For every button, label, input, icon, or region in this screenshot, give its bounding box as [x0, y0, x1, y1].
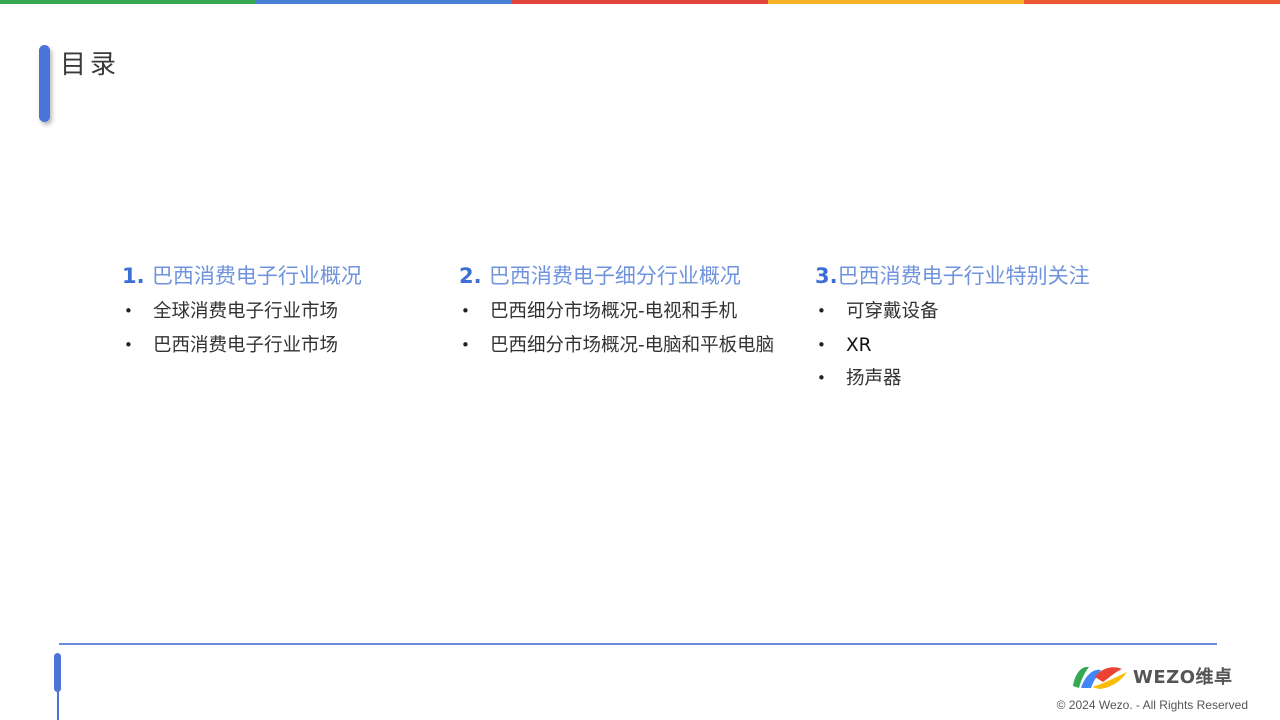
toc-section-1: 1. 巴西消费电子行业概况 • 全球消费电子行业市场 • 巴西消费电子行业市场: [122, 262, 362, 362]
bullet-icon: •: [461, 302, 470, 320]
item-label: XR: [846, 334, 872, 356]
bullet-icon: •: [124, 335, 133, 354]
footer-divider: [59, 643, 1217, 645]
section-number: 3.: [815, 264, 838, 288]
logo-text: WEZO维卓: [1133, 667, 1233, 688]
list-item: • XR: [815, 329, 1090, 363]
top-bar-segment-orange: [1024, 0, 1280, 4]
section-title: 巴西消费电子行业概况: [151, 264, 362, 288]
section-number: 2.: [459, 264, 489, 288]
bullet-icon: •: [124, 302, 133, 320]
top-bar-segment-blue: [256, 0, 512, 4]
copyright-text: © 2024 Wezo. - All Rights Reserved: [1056, 698, 1248, 712]
section-title: 巴西消费电子细分行业概况: [488, 264, 741, 288]
toc-list: • 全球消费电子行业市场 • 巴西消费电子行业市场: [122, 295, 362, 362]
bullet-icon: •: [461, 335, 470, 354]
bullet-icon: •: [817, 369, 826, 387]
section-heading: 2. 巴西消费电子细分行业概况: [459, 262, 774, 290]
brand-logo: WEZO维卓: [1071, 662, 1233, 690]
wezo-swoosh-icon: [1073, 666, 1127, 689]
item-label: 扬声器: [846, 368, 902, 389]
toc-list: • 可穿戴设备 • XR • 扬声器: [815, 295, 1090, 396]
list-item: • 可穿戴设备: [815, 295, 1090, 329]
list-item: • 扬声器: [815, 362, 1090, 396]
footer-vertical-line: [57, 690, 59, 720]
top-bar-segment-red: [512, 0, 768, 4]
title-accent-bar: [39, 45, 50, 122]
toc-section-2: 2. 巴西消费电子细分行业概况 • 巴西细分市场概况-电视和手机 • 巴西细分市场概…: [459, 262, 774, 362]
list-item: • 巴西细分市场概况-电视和手机: [459, 295, 774, 329]
item-label: 巴西消费电子行业市场: [153, 334, 339, 356]
bullet-icon: •: [817, 335, 826, 354]
top-bar-segment-yellow: [768, 0, 1024, 4]
item-label: 巴西细分市场概况-电脑和平板电脑: [490, 334, 775, 356]
section-heading: 1. 巴西消费电子行业概况: [122, 262, 362, 290]
section-number: 1.: [122, 264, 152, 288]
item-label: 可穿戴设备: [846, 301, 939, 322]
item-label: 全球消费电子行业市场: [153, 301, 339, 322]
list-item: • 全球消费电子行业市场: [122, 295, 362, 329]
bullet-icon: •: [817, 302, 826, 320]
list-item: • 巴西细分市场概况-电脑和平板电脑: [459, 329, 774, 363]
footer-accent-bar: [54, 653, 61, 692]
page-title: 目录: [60, 50, 121, 80]
top-color-bar: [0, 0, 1280, 4]
list-item: • 巴西消费电子行业市场: [122, 329, 362, 363]
section-title: 巴西消费电子行业特别关注: [837, 264, 1090, 288]
top-bar-segment-green: [0, 0, 256, 4]
toc-section-3: 3.巴西消费电子行业特别关注 • 可穿戴设备 • XR • 扬声器: [815, 262, 1090, 396]
item-label: 巴西细分市场概况-电视和手机: [490, 301, 738, 322]
toc-list: • 巴西细分市场概况-电视和手机 • 巴西细分市场概况-电脑和平板电脑: [459, 295, 774, 362]
section-heading: 3.巴西消费电子行业特别关注: [815, 262, 1090, 290]
